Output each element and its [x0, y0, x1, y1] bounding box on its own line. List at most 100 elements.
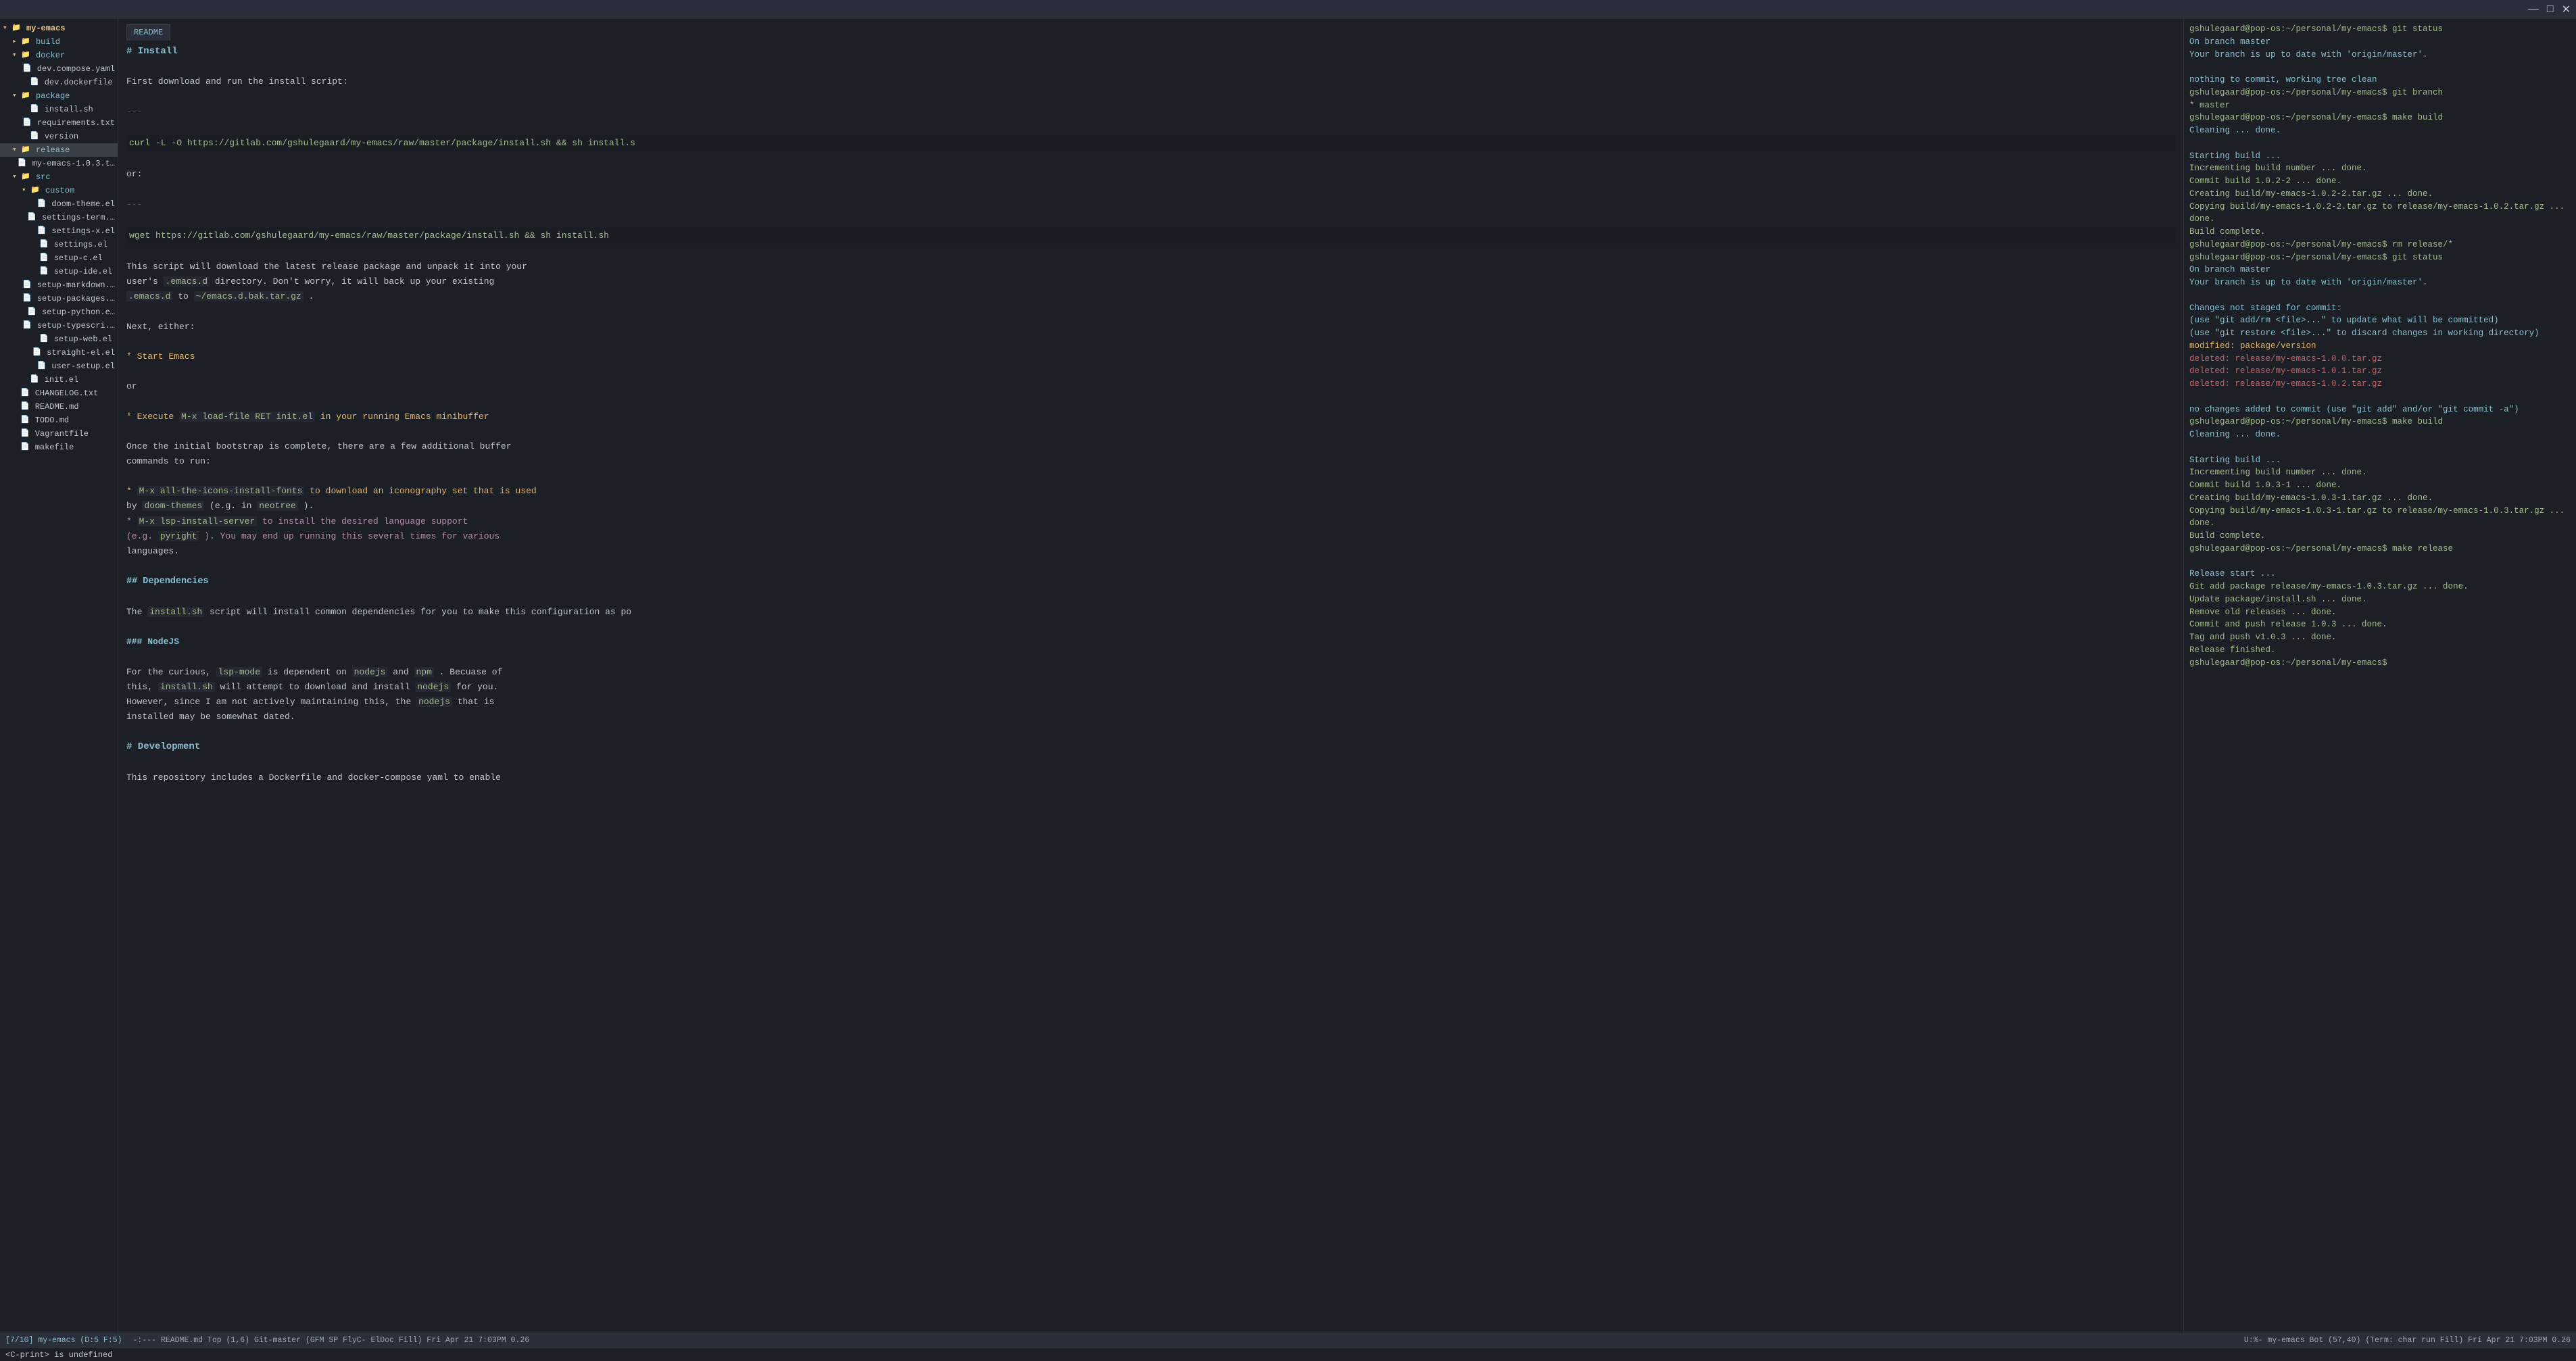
editor-line: (e.g. pyright ). You may end up running …	[126, 530, 2175, 543]
folder-icon: ▾ 📁	[12, 145, 30, 156]
sidebar-item-user-setup.el[interactable]: 📄user-setup.el	[0, 360, 118, 373]
sidebar-item-setup-markdown[interactable]: 📄setup-markdown.…	[0, 278, 118, 292]
terminal-line	[2189, 61, 2571, 74]
sidebar-item-Vagrantfile[interactable]: 📄Vagrantfile	[0, 427, 118, 441]
sidebar-item-custom[interactable]: ▾ 📁custom	[0, 184, 118, 197]
terminal-line: Your branch is up to date with 'origin/m…	[2189, 49, 2571, 61]
tree-item-label: build	[36, 36, 60, 48]
tree-item-label: install.sh	[45, 103, 93, 116]
sidebar-item-src[interactable]: ▾ 📁src	[0, 170, 118, 184]
sidebar-item-dev.compose.yaml[interactable]: 📄dev.compose.yaml	[0, 62, 118, 76]
sidebar-item-version[interactable]: 📄version	[0, 130, 118, 143]
tree-item-label: my-emacs-1.0.3.t…	[32, 157, 115, 170]
editor-line: * Execute M-x load-file RET init.el in y…	[126, 410, 2175, 424]
sidebar-item-settings-term[interactable]: 📄settings-term.…	[0, 211, 118, 224]
sidebar-item-init.el[interactable]: 📄init.el	[0, 373, 118, 387]
terminal-line: nothing to commit, working tree clean	[2189, 74, 2571, 86]
sidebar-item-my-emacs-1.0.3.t[interactable]: 📄my-emacs-1.0.3.t…	[0, 157, 118, 170]
terminal-panel[interactable]: gshulegaard@pop-os:~/personal/my-emacs$ …	[2184, 19, 2576, 1333]
sidebar-item-build[interactable]: ▸ 📁 build	[0, 35, 118, 49]
tree-item-label: my-emacs	[26, 22, 66, 34]
tree-item-label: settings-term.…	[42, 212, 115, 224]
terminal-line: (use "git restore <file>..." to discard …	[2189, 327, 2571, 340]
sidebar-item-setup-ide.el[interactable]: 📄setup-ide.el	[0, 265, 118, 278]
terminal-line: Build complete.	[2189, 226, 2571, 239]
terminal-line: gshulegaard@pop-os:~/personal/my-emacs$ …	[2189, 543, 2571, 555]
terminal-line: Commit build 1.0.3-1 ... done.	[2189, 479, 2571, 492]
editor-line: First download and run the install scrip…	[126, 75, 2175, 89]
terminal-line: gshulegaard@pop-os:~/personal/my-emacs$ …	[2189, 251, 2571, 264]
sidebar-item-settings-x.el[interactable]: 📄 settings-x.el	[0, 224, 118, 238]
terminal-line: Creating build/my-emacs-1.0.2-2.tar.gz .…	[2189, 188, 2571, 201]
terminal-line: gshulegaard@pop-os:~/personal/my-emacs$	[2189, 657, 2571, 670]
editor-line: by doom-themes (e.g. in neotree ).	[126, 499, 2175, 513]
sidebar-item-package[interactable]: ▾ 📁package	[0, 89, 118, 103]
editor-line: This script will download the latest rel…	[126, 260, 2175, 274]
tree-item-label: src	[36, 171, 51, 183]
terminal-line: Release finished.	[2189, 644, 2571, 657]
sidebar-item-setup-python.e[interactable]: 📄setup-python.e…	[0, 305, 118, 319]
tree-item-label: settings-x.el	[51, 225, 115, 237]
editor-line	[126, 560, 2175, 573]
folder-icon: ▸ 📁	[12, 36, 30, 48]
sidebar-item-CHANGELOG.txt[interactable]: 📄CHANGELOG.txt	[0, 387, 118, 400]
sidebar-item-dev.dockerfile[interactable]: 📄dev.dockerfile	[0, 76, 118, 89]
sidebar-item-makefile[interactable]: 📄makefile	[0, 441, 118, 454]
file-icon: 📄	[12, 428, 30, 440]
editor-line: commands to run:	[126, 455, 2175, 468]
editor-panel[interactable]: README # Install First download and run …	[118, 19, 2184, 1333]
sidebar-item-setup-c.el[interactable]: 📄setup-c.el	[0, 251, 118, 265]
file-icon: 📄	[29, 226, 47, 237]
terminal-line	[2189, 555, 2571, 568]
terminal-line: On branch master	[2189, 36, 2571, 49]
close-button[interactable]: ✕	[2562, 3, 2571, 16]
editor-line: * M-x lsp-install-server to install the …	[126, 515, 2175, 528]
file-icon: 📄	[31, 239, 49, 251]
sidebar-item-docker[interactable]: ▾ 📁docker	[0, 49, 118, 62]
sidebar-item-requirements.txt[interactable]: 📄requirements.txt	[0, 116, 118, 130]
terminal-line: Cleaning ... done.	[2189, 124, 2571, 137]
sidebar-item-setup-typescri[interactable]: 📄setup-typescri.…	[0, 319, 118, 332]
terminal-line: Commit build 1.0.2-2 ... done.	[2189, 175, 2571, 188]
sidebar-item-setup-web.el[interactable]: 📄setup-web.el	[0, 332, 118, 346]
terminal-line: modified: package/version	[2189, 340, 2571, 353]
terminal-line: Incrementing build number ... done.	[2189, 466, 2571, 479]
sidebar-item-settings.el[interactable]: 📄 settings.el	[0, 238, 118, 251]
sidebar-item-my-emacs[interactable]: ▾ 📁my-emacs	[0, 22, 118, 35]
file-icon: 📄	[29, 199, 47, 210]
file-icon: 📄	[14, 320, 32, 332]
editor-line: ## Dependencies	[126, 574, 2175, 589]
terminal-line	[2189, 441, 2571, 454]
sidebar-item-release[interactable]: ▾ 📁release	[0, 143, 118, 157]
sidebar-item-doom-theme.el[interactable]: 📄doom-theme.el	[0, 197, 118, 211]
editor-line	[126, 335, 2175, 349]
editor-line	[126, 725, 2175, 739]
editor-tab[interactable]: README	[126, 24, 170, 41]
sidebar-item-straight-el.el[interactable]: 📄straight-el.el	[0, 346, 118, 360]
terminal-line: On branch master	[2189, 264, 2571, 276]
editor-line: ### NodeJS	[126, 635, 2175, 649]
terminal-line: * master	[2189, 99, 2571, 112]
tree-item-label: setup-c.el	[54, 252, 103, 264]
sidebar-item-install.sh[interactable]: 📄install.sh	[0, 103, 118, 116]
maximize-button[interactable]: □	[2547, 3, 2554, 16]
editor-content: # Install First download and run the ins…	[126, 45, 2175, 785]
sidebar-item-README.md[interactable]: 📄README.md	[0, 400, 118, 414]
terminal-line: gshulegaard@pop-os:~/personal/my-emacs$ …	[2189, 23, 2571, 36]
editor-line: Next, either:	[126, 320, 2175, 334]
editor-line: or:	[126, 168, 2175, 181]
terminal-line: Starting build ...	[2189, 150, 2571, 163]
editor-line: # Development	[126, 740, 2175, 755]
file-icon: 📄	[31, 334, 49, 345]
file-icon: 📄	[22, 374, 39, 386]
file-icon: 📄	[22, 131, 39, 143]
tree-item-label: settings.el	[54, 239, 107, 251]
sidebar-item-setup-packages[interactable]: 📄setup-packages.…	[0, 292, 118, 305]
minimize-button[interactable]: —	[2528, 3, 2539, 16]
terminal-line: Incrementing build number ... done.	[2189, 162, 2571, 175]
tree-item-label: README.md	[35, 401, 79, 413]
editor-line: This repository includes a Dockerfile an…	[126, 771, 2175, 785]
editor-line	[126, 756, 2175, 770]
terminal-line: gshulegaard@pop-os:~/personal/my-emacs$ …	[2189, 86, 2571, 99]
sidebar-item-TODO.md[interactable]: 📄TODO.md	[0, 414, 118, 427]
